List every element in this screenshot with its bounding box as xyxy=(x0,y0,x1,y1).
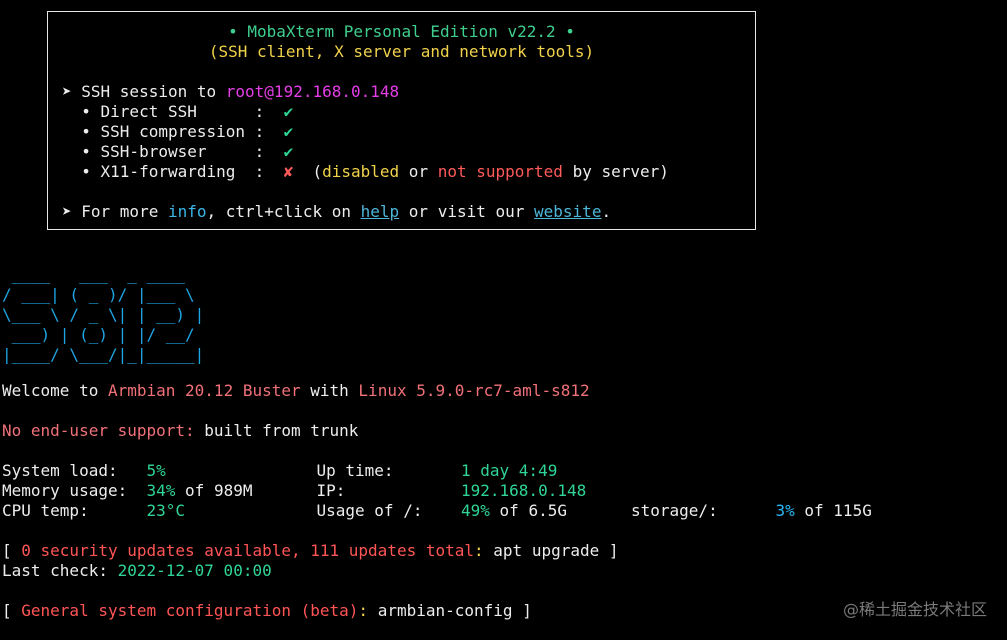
s812-ascii-logo: ____ ___ _ ____ / ___| ( _ )/ |___ \ \__… xyxy=(2,265,205,364)
check-icon: ✔ xyxy=(283,102,294,121)
kernel-version: Linux 5.9.0-rc7-aml-s812 xyxy=(358,381,590,400)
website-link[interactable]: website xyxy=(534,202,601,221)
watermark: @稀土掘金技术社区 xyxy=(842,600,987,619)
feature-direct-ssh: • Direct SSH : ✔ xyxy=(62,102,294,121)
last-check-line: Last check: 2022-12-07 00:00 xyxy=(2,561,272,580)
feature-ssh-browser: • SSH-browser : ✔ xyxy=(62,142,294,161)
session-host: root@192.168.0.148 xyxy=(225,82,400,101)
ssh-session-line: ➤ SSH session to root@192.168.0.148 xyxy=(62,82,400,101)
stats-row-3: CPU temp: 23°C Usage of /: 49% of 6.5G sto… xyxy=(2,501,872,520)
check-icon: ✔ xyxy=(283,122,294,141)
distro-name: Armbian 20.12 Buster xyxy=(107,381,301,400)
help-link[interactable]: help xyxy=(361,202,400,221)
cross-icon: ✘ xyxy=(283,162,294,181)
stats-row-2: Memory usage: 34% of 989M IP: 192.168.0.1… xyxy=(2,481,587,500)
banner-title: • MobaXterm Personal Edition v22.2 • xyxy=(228,22,575,41)
banner-subtitle: (SSH client, X server and network tools) xyxy=(208,42,595,61)
info-link[interactable]: info xyxy=(168,202,207,221)
more-info-line: ➤ For more info, ctrl+click on help or v… xyxy=(62,202,612,221)
feature-x11-forwarding: • X11-forwarding : ✘ (disabled or not su… xyxy=(62,162,669,181)
config-line: [ General system configuration (beta): a… xyxy=(2,601,532,620)
stats-row-1: System load: 5% Up time: 1 day 4:49 xyxy=(2,461,558,480)
support-line: No end-user support: built from trunk xyxy=(2,421,359,440)
check-icon: ✔ xyxy=(283,142,294,161)
mobaxterm-banner: • MobaXterm Personal Edition v22.2 • (SS… xyxy=(47,11,756,230)
feature-ssh-compression: • SSH compression : ✔ xyxy=(62,122,294,141)
welcome-line: Welcome to Armbian 20.12 Buster with Lin… xyxy=(2,381,590,400)
updates-line: [ 0 security updates available, 111 upda… xyxy=(2,541,619,560)
